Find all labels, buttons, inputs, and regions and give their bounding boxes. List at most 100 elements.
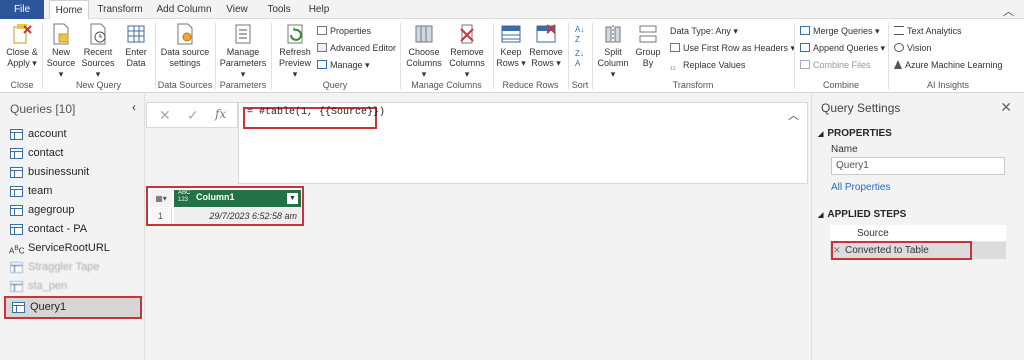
split-column-icon xyxy=(605,25,621,43)
cancel-icon[interactable]: ✕ xyxy=(159,107,171,124)
step-source[interactable]: Source xyxy=(830,225,1006,242)
column-name: Column1 xyxy=(196,192,235,202)
formula-bar[interactable]: = #table(1, {{Source}}) ︿ xyxy=(238,102,808,184)
group-combine-label: Combine xyxy=(822,80,860,90)
close-apply-button[interactable]: Close & Apply ▾ xyxy=(4,23,40,69)
group-new-query-label: New Query xyxy=(75,80,121,90)
combine-files-button[interactable]: Combine Files xyxy=(800,59,871,71)
use-first-row-headers-button[interactable]: Use First Row as Headers ▾ xyxy=(670,42,795,54)
split-column-button[interactable]: Split Column ▾ xyxy=(596,23,630,80)
table-cell[interactable]: 29/7/2023 6:52:58 am xyxy=(174,208,301,224)
tab-transform[interactable]: Transform xyxy=(94,0,146,19)
queries-header: Queries [10] xyxy=(10,102,76,116)
data-grid: ▦▾ ABC 123 Column1 ▼ 1 29/7/2023 6:52:58 … xyxy=(146,186,304,226)
table-icon xyxy=(10,148,23,159)
query-item-agegroup[interactable]: agegroup xyxy=(4,201,142,220)
merge-icon xyxy=(800,26,810,35)
manage-button[interactable]: Manage ▾ xyxy=(317,59,370,71)
column-type-icon[interactable]: ABC 123 xyxy=(178,190,190,204)
parameters-icon xyxy=(235,24,251,44)
merge-queries-button[interactable]: Merge Queries ▾ xyxy=(800,25,880,37)
tab-home[interactable]: Home xyxy=(49,0,89,20)
remove-columns-button[interactable]: Remove Columns ▾ xyxy=(446,23,488,80)
query-item-straggler-tape[interactable]: Straggler Tape xyxy=(4,258,142,277)
group-reduce-rows-label: Reduce Rows xyxy=(502,80,559,90)
sort-ascending-icon[interactable]: A↓ Z xyxy=(575,25,584,45)
column-header[interactable]: ABC 123 Column1 ▼ xyxy=(174,190,301,207)
check-icon[interactable]: ✓ xyxy=(187,107,199,124)
formula-text[interactable]: = #table(1, {{Source}}) xyxy=(247,107,385,118)
filter-dropdown-icon[interactable]: ▼ xyxy=(287,193,298,204)
enter-data-button[interactable]: Enter Data xyxy=(121,23,151,69)
tab-tools[interactable]: Tools xyxy=(262,0,296,19)
group-by-icon xyxy=(639,25,657,43)
keep-rows-icon xyxy=(501,25,521,43)
sort-descending-icon[interactable]: Z↓ A xyxy=(575,49,584,69)
query-settings-pane: Query Settings ✕ ◢ PROPERTIES Name Query1… xyxy=(811,94,1024,360)
group-sort-label: Sort xyxy=(571,80,589,90)
refresh-preview-button[interactable]: Refresh Preview ▾ xyxy=(276,23,314,80)
tab-file[interactable]: File xyxy=(0,0,44,19)
tab-add-column[interactable]: Add Column xyxy=(154,0,214,19)
table-menu-icon[interactable]: ▦▾ xyxy=(150,190,172,207)
ribbon-tabbar: File Home Transform Add Column View Tool… xyxy=(0,0,1024,20)
all-properties-link[interactable]: All Properties xyxy=(831,182,890,193)
query-item-query1[interactable]: Query1 xyxy=(4,296,142,319)
ribbon: Close & Apply ▾ New Source ▾ Recent Sources… xyxy=(0,19,1024,93)
recent-sources-button[interactable]: Recent Sources ▾ xyxy=(80,23,116,80)
step-converted-to-table[interactable]: ✕ Converted to Table xyxy=(830,241,1006,260)
group-transform-label: Transform xyxy=(672,80,714,90)
query-item-serviceroot-url[interactable]: ABC ServiceRootURL xyxy=(4,239,142,258)
table-icon xyxy=(10,262,23,273)
data-source-settings-button[interactable]: Data source settings xyxy=(160,23,210,69)
row-number: 1 xyxy=(150,208,172,224)
query-item-contact[interactable]: contact xyxy=(4,144,142,163)
table-icon xyxy=(10,129,23,140)
table-icon xyxy=(10,224,23,235)
choose-columns-button[interactable]: Choose Columns ▾ xyxy=(403,23,445,80)
advanced-editor-button[interactable]: Advanced Editor xyxy=(317,42,396,54)
collapse-pane-icon[interactable]: ‹ xyxy=(132,100,136,114)
remove-columns-icon xyxy=(460,24,474,44)
query-item-businessunit[interactable]: businessunit xyxy=(4,163,142,182)
flask-icon xyxy=(894,60,902,69)
keep-rows-button[interactable]: Keep Rows ▾ xyxy=(496,23,526,69)
group-by-button[interactable]: Group By xyxy=(634,23,662,69)
remove-rows-button[interactable]: Remove Rows ▾ xyxy=(528,23,564,69)
properties-section-header[interactable]: ◢ PROPERTIES xyxy=(818,128,892,139)
eye-icon xyxy=(894,43,904,52)
table-icon xyxy=(10,167,23,178)
name-label: Name xyxy=(831,144,858,155)
table-icon xyxy=(10,281,23,292)
query-name-input[interactable]: Query1 xyxy=(831,157,1005,175)
table-icon xyxy=(127,25,145,43)
data-type-dropdown[interactable]: Data Type: Any ▾ xyxy=(670,25,738,37)
vision-button[interactable]: Vision xyxy=(894,42,931,54)
query-item-team[interactable]: team xyxy=(4,182,142,201)
tab-view[interactable]: View xyxy=(222,0,252,19)
properties-icon xyxy=(317,26,327,35)
properties-button[interactable]: Properties xyxy=(317,25,371,37)
fx-icon[interactable]: fx xyxy=(215,107,226,121)
replace-values-button[interactable]: ₁₂ Replace Values xyxy=(670,59,745,71)
close-icon[interactable]: ✕ xyxy=(1000,99,1012,116)
new-source-button[interactable]: New Source ▾ xyxy=(46,23,76,80)
delete-step-icon[interactable]: ✕ xyxy=(833,242,841,259)
query-item-contact-pa[interactable]: contact - PA xyxy=(4,220,142,239)
collapse-triangle-icon: ◢ xyxy=(818,212,824,219)
query-item-account[interactable]: account xyxy=(4,125,142,144)
text-analytics-button[interactable]: Text Analytics xyxy=(894,25,962,37)
azure-ml-button[interactable]: Azure Machine Learning xyxy=(894,59,1003,71)
manage-parameters-button[interactable]: Manage Parameters ▾ xyxy=(217,23,269,80)
new-source-icon xyxy=(53,23,69,45)
headers-icon xyxy=(670,43,680,52)
remove-rows-icon xyxy=(536,24,556,43)
chevron-up-icon[interactable]: ︿ xyxy=(1003,3,1014,19)
applied-steps-header[interactable]: ◢ APPLIED STEPS xyxy=(818,209,906,220)
refresh-icon xyxy=(287,24,303,44)
append-icon xyxy=(800,43,810,52)
chevron-up-icon[interactable]: ︿ xyxy=(788,107,799,123)
query-item-sta-pen[interactable]: sta_pen xyxy=(4,277,142,296)
tab-help[interactable]: Help xyxy=(304,0,334,19)
append-queries-button[interactable]: Append Queries ▾ xyxy=(800,42,885,54)
